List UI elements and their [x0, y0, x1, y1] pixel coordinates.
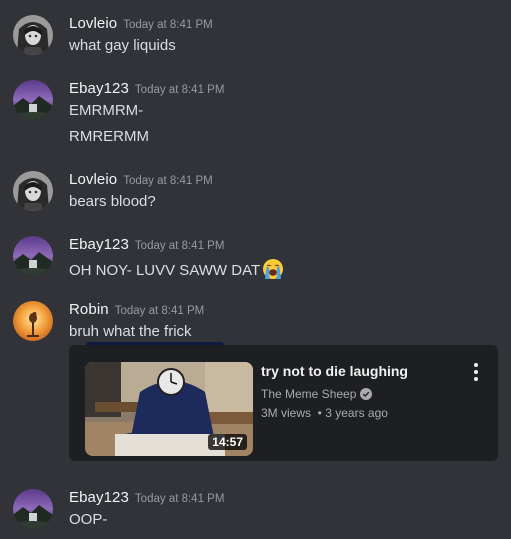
avatar[interactable] [13, 489, 53, 529]
video-stats: 3M views • 3 years ago [261, 406, 388, 420]
verified-check-icon [360, 388, 373, 400]
message-text: OOP- [69, 511, 108, 528]
username[interactable]: Lovleio [69, 171, 117, 188]
timestamp: Today at 8:41 PM [134, 84, 225, 96]
avatar[interactable] [13, 171, 53, 211]
username[interactable]: Ebay123 [69, 489, 129, 506]
message-text: bruh what the frick [69, 323, 192, 340]
username[interactable]: Robin [69, 301, 109, 318]
message-header: Robin Today at 8:41 PM [69, 301, 204, 321]
video-duration: 14:57 [208, 434, 247, 450]
dot-icon [474, 377, 478, 381]
message-header: Ebay123 Today at 8:41 PM [69, 489, 224, 509]
dot-icon [474, 363, 478, 367]
dot-icon [474, 370, 478, 374]
message-text: RMRERMM [69, 128, 149, 145]
avatar[interactable] [13, 15, 53, 55]
message-header: Lovleio Today at 8:41 PM [69, 15, 213, 35]
chat-messages: Lovleio Today at 8:41 PM what gay liquids [0, 0, 511, 539]
avatar[interactable] [13, 236, 53, 276]
username[interactable]: Ebay123 [69, 236, 129, 253]
avatar[interactable] [13, 301, 53, 341]
anime-girl-avatar-icon [13, 15, 53, 55]
message-header: Ebay123 Today at 8:41 PM [69, 80, 224, 100]
timestamp: Today at 8:41 PM [134, 493, 225, 505]
purple-sky-landscape-avatar-icon [13, 236, 53, 276]
loudly-crying-face-icon [263, 259, 284, 279]
video-embed[interactable]: 14:57 try not to die laughing The Meme S… [69, 345, 498, 461]
video-thumbnail[interactable]: 14:57 [85, 362, 253, 456]
purple-sky-landscape-avatar-icon [13, 80, 53, 120]
message-header: Lovleio Today at 8:41 PM [69, 171, 213, 191]
username[interactable]: Lovleio [69, 15, 117, 32]
message-text-line: OH NOY- LUVV SAWW DAT [69, 258, 284, 280]
anime-girl-avatar-icon [13, 171, 53, 211]
timestamp: Today at 8:41 PM [123, 19, 213, 31]
video-channel[interactable]: The Meme Sheep [261, 387, 356, 401]
timestamp: Today at 8:41 PM [123, 175, 213, 187]
more-options-button[interactable] [468, 363, 484, 383]
video-channel-row: The Meme Sheep [261, 387, 373, 401]
video-title[interactable]: try not to die laughing [261, 363, 408, 379]
message-text: bears blood? [69, 193, 156, 210]
message-text: what gay liquids [69, 37, 176, 54]
timestamp: Today at 8:41 PM [114, 305, 205, 317]
username[interactable]: Ebay123 [69, 80, 129, 97]
avatar[interactable] [13, 80, 53, 120]
message-text: OH NOY- LUVV SAWW DAT [69, 262, 261, 279]
timestamp: Today at 8:41 PM [134, 240, 225, 252]
orange-sunset-bird-avatar-icon [13, 301, 53, 341]
message-text: EMRMRM- [69, 102, 144, 119]
message-header: Ebay123 Today at 8:41 PM [69, 236, 224, 256]
purple-sky-landscape-avatar-icon [13, 489, 53, 529]
